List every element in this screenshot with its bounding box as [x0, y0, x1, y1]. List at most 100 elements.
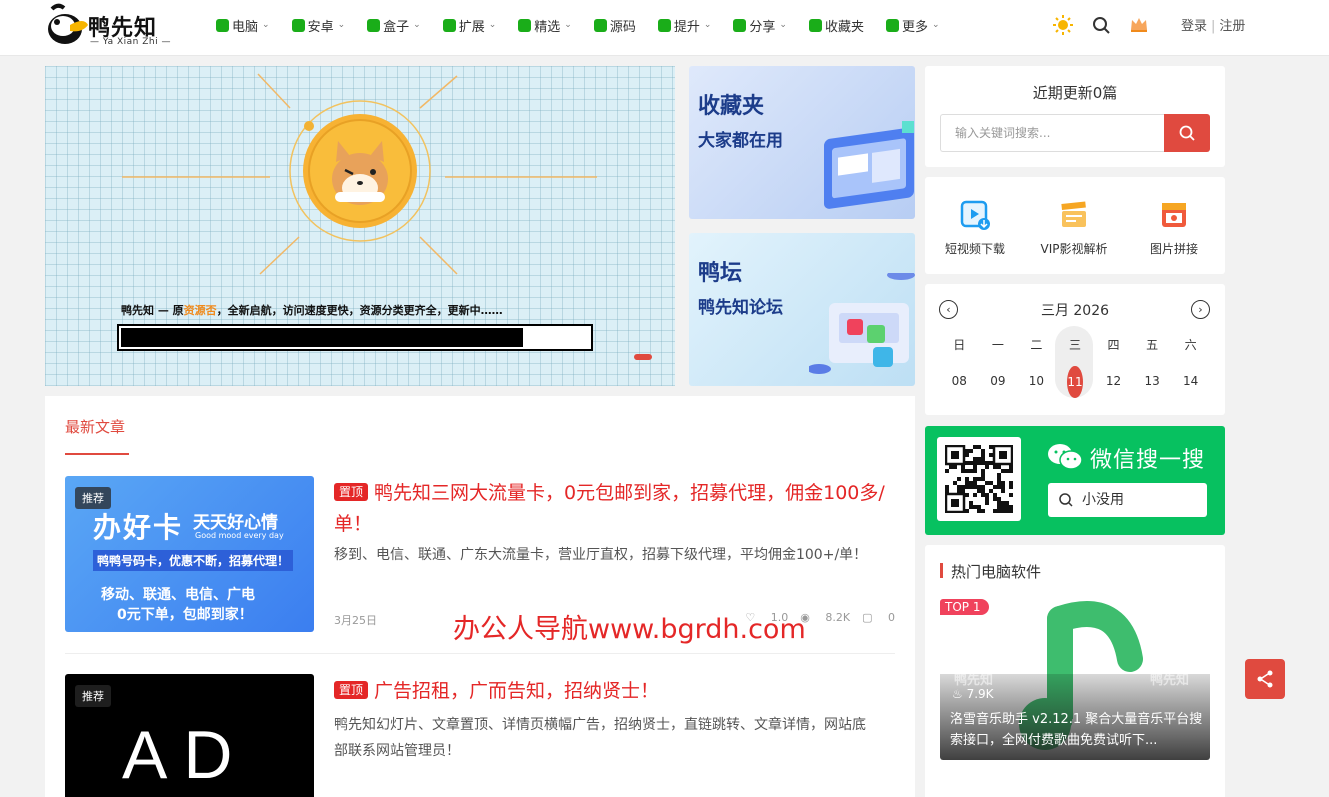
nav-item-4[interactable]: 精选 ⌄ [518, 14, 572, 36]
slider-indicator[interactable] [634, 354, 652, 360]
tool-image-collage[interactable]: 图片拼接 [1129, 199, 1219, 257]
nav-item-0[interactable]: 电脑 ⌄ [216, 14, 270, 36]
wechat-search-box[interactable]: 小没用 [1048, 483, 1207, 517]
chevron-down-icon: ⌄ [564, 20, 572, 30]
article-title[interactable]: 置顶 鸭先知三网大流量卡，0元包邮到家，招募代理，佣金100多/单！ [334, 478, 894, 540]
calendar-day-number: 08 [951, 374, 967, 388]
tv-icon [367, 18, 381, 32]
site-logo[interactable]: 鸭先知 — Ya Xian Zhi — [44, 3, 174, 49]
crown-icon[interactable] [1128, 14, 1150, 36]
calendar-day[interactable]: 13 [1133, 374, 1172, 398]
chevron-down-icon: ⌄ [262, 20, 270, 30]
thumb-en-text: Good mood every day [195, 531, 284, 540]
nav-item-label: 盒子 [383, 19, 410, 35]
caption-highlight: 资源否 [183, 304, 217, 317]
article-divider [65, 653, 895, 654]
calendar-day[interactable]: 08 [940, 374, 979, 398]
article-thumbnail[interactable]: 推荐 AD [65, 674, 314, 797]
wechat-title: 微信搜一搜 [1090, 448, 1206, 473]
tool-label: 短视频下载 [944, 242, 1005, 256]
search-input[interactable]: 输入关键词搜索... [940, 114, 1165, 152]
hot-software-widget: 热门电脑软件 TOP 1 鸭先知 鸭先知 ♨ 7.9K 洛雪音乐助手 v2.12… [925, 545, 1225, 797]
share-button[interactable] [1245, 659, 1285, 699]
views-value: 8.2K [825, 611, 851, 624]
thumb-line4: 0元下单，包邮到家！ [117, 607, 253, 623]
nav-item-8[interactable]: 收藏夹 [808, 14, 864, 36]
nav-item-label: 更多 [901, 19, 928, 35]
sun-icon[interactable] [1052, 14, 1074, 36]
send-icon [733, 18, 747, 32]
article-title-text: 鸭先知三网大流量卡，0元包邮到家，招募代理，佣金100多/单！ [334, 482, 885, 535]
hot-item-name: 洛雪音乐助手 v2.12.1 聚合大量音乐平台搜索接口，全网付费歌曲免费试听下.… [950, 712, 1203, 748]
nav-item-label: 分享 [749, 19, 776, 35]
chevron-down-icon: ⌄ [703, 20, 712, 30]
play-icon [593, 18, 607, 32]
calendar-next-button[interactable]: › [1191, 300, 1210, 319]
article-date: 3月25日 [334, 614, 377, 627]
article-item[interactable]: 推荐 AD 置顶 广告招租，广而告知，招纳贤士！ 鸭先知幻灯片、文章置顶、详情页横… [65, 674, 895, 797]
tab-underline [65, 453, 129, 455]
promo-favorites[interactable]: 收藏夹 大家都在用 [689, 66, 915, 219]
calendar-widget: ‹ 三月 2026 › 日一二三四五六 08 09 10 11 12 13 14 [925, 284, 1225, 415]
tools-widget: 短视频下载 VIP影视解析 图片拼接 [925, 177, 1225, 274]
calendar-weekday: 日 [953, 338, 966, 352]
chevron-down-icon: ⌄ [931, 20, 940, 30]
article-title[interactable]: 置顶 广告招租，广而告知，招纳贤士！ [334, 676, 894, 707]
android-icon [291, 18, 305, 32]
rank-badge: TOP 1 [940, 599, 990, 615]
chevron-down-icon: ⌄ [337, 20, 346, 30]
hot-software-item[interactable]: TOP 1 鸭先知 鸭先知 ♨ 7.9K 洛雪音乐助手 v2.12.1 聚合大量… [940, 599, 1210, 760]
calendar-weekday: 四 [1107, 338, 1120, 352]
tool-vip-video[interactable]: VIP影视解析 [1029, 199, 1119, 257]
auth-links: 登录 | 注册 [1181, 15, 1245, 34]
tool-label: 图片拼接 [1149, 242, 1198, 256]
nav-item-3[interactable]: 扩展 ⌄ [442, 14, 496, 36]
thumb-sub-text: 天天好心情 [193, 513, 278, 533]
comments-count: ▢ 0 [862, 611, 895, 624]
pinned-badge: 置顶 [334, 681, 369, 699]
calendar-day-number: 11 [1067, 366, 1083, 398]
hero-progress-fill [121, 328, 524, 347]
calendar-day[interactable]: 09 [979, 374, 1018, 398]
promo-title: 鸭坛 [698, 261, 743, 286]
calendar-day[interactable]: 14 [1171, 374, 1210, 398]
search-icon[interactable] [1090, 14, 1112, 36]
mascot-illustration [122, 73, 597, 275]
article-title-text: 广告招租，广而告知，招纳贤士！ [374, 680, 660, 702]
tool-label: VIP影视解析 [1040, 242, 1108, 256]
hot-software-title: 热门电脑软件 [951, 563, 1042, 581]
puzzle-icon [442, 18, 456, 32]
search-button[interactable] [1164, 114, 1210, 152]
article-thumbnail[interactable]: 推荐 办好卡 天天好心情 Good mood every day 鸭鸭号码卡，优… [65, 476, 314, 632]
nav-item-9[interactable]: 更多 ⌄ [885, 14, 940, 36]
calendar-day[interactable]: 10 [1017, 374, 1056, 398]
hero-slider[interactable]: 鸭先知 — 原资源否，全新启航，访问速度更快，资源分类更齐全，更新中…… [45, 66, 675, 386]
search-widget-title: 近期更新0篇 [1032, 84, 1118, 102]
register-link[interactable]: 注册 [1219, 19, 1245, 34]
thumb-line3: 移动、联通、电信、广电 [101, 587, 255, 603]
login-link[interactable]: 登录 [1181, 19, 1207, 34]
search-widget: 近期更新0篇 输入关键词搜索... [925, 66, 1225, 167]
article-excerpt: 鸭先知幻灯片、文章置顶、详情页横幅广告，招纳贤士，直链跳转、文章详情，网站底部联… [334, 717, 866, 759]
calendar-day[interactable]: 12 [1094, 374, 1133, 398]
promo-forum[interactable]: 鸭坛 鸭先知论坛 [689, 233, 915, 386]
nav-item-5[interactable]: 源码 [593, 14, 636, 36]
tab-latest-articles[interactable]: 最新文章 [65, 416, 125, 437]
nav-item-label: 收藏夹 [824, 19, 864, 35]
calendar-weekday: 六 [1184, 338, 1197, 352]
share-icon [1257, 670, 1273, 688]
wechat-search-widget[interactable]: 微信搜一搜 小没用 [925, 426, 1225, 535]
calendar-weekday: 一 [991, 338, 1004, 352]
promo-subtitle: 大家都在用 [698, 131, 783, 151]
nav-item-1[interactable]: 安卓 ⌄ [291, 14, 346, 36]
nav-item-label: 精选 [534, 19, 561, 35]
tool-video-download[interactable]: 短视频下载 [930, 199, 1020, 257]
nav-item-2[interactable]: 盒子 ⌄ [367, 14, 421, 36]
nav-item-7[interactable]: 分享 ⌄ [733, 14, 787, 36]
calendar-days: 08 09 10 11 12 13 14 [940, 366, 1210, 398]
calendar-day-number: 12 [1105, 374, 1122, 388]
latest-articles: 最新文章 推荐 办好卡 天天好心情 Good mood every day 鸭鸭… [45, 396, 915, 797]
nav-item-6[interactable]: 提升 ⌄ [657, 14, 712, 36]
thumb-main-text: 办好卡 [93, 511, 184, 544]
calendar-day[interactable]: 11 [1056, 366, 1095, 398]
